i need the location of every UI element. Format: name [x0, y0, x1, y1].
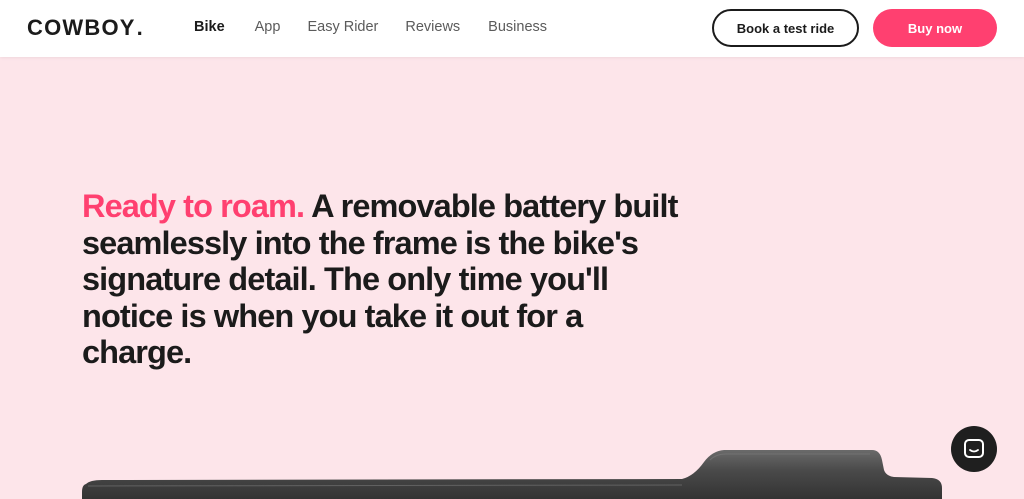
nav-item-app[interactable]: App: [255, 18, 281, 36]
nav-item-bike[interactable]: Bike: [194, 18, 225, 36]
buy-now-button[interactable]: Buy now: [873, 9, 997, 47]
logo-dot: .: [136, 15, 144, 40]
battery-image: [82, 450, 942, 499]
chat-button[interactable]: [951, 426, 997, 472]
main-nav: Bike App Easy Rider Reviews Business: [194, 18, 547, 36]
nav-item-business[interactable]: Business: [488, 18, 547, 36]
nav-item-easy-rider[interactable]: Easy Rider: [307, 18, 378, 36]
hero-statement: Ready to roam. A removable battery built…: [82, 188, 682, 371]
site-header: COWBOY. Bike App Easy Rider Reviews Busi…: [0, 0, 1024, 57]
cowboy-logo[interactable]: COWBOY.: [27, 15, 144, 41]
hero-accent-text: Ready to roam.: [82, 188, 305, 224]
nav-item-reviews[interactable]: Reviews: [405, 18, 460, 36]
book-test-ride-button[interactable]: Book a test ride: [712, 9, 859, 47]
chat-bubble-icon: [964, 439, 984, 458]
logo-text: COWBOY: [27, 15, 136, 40]
